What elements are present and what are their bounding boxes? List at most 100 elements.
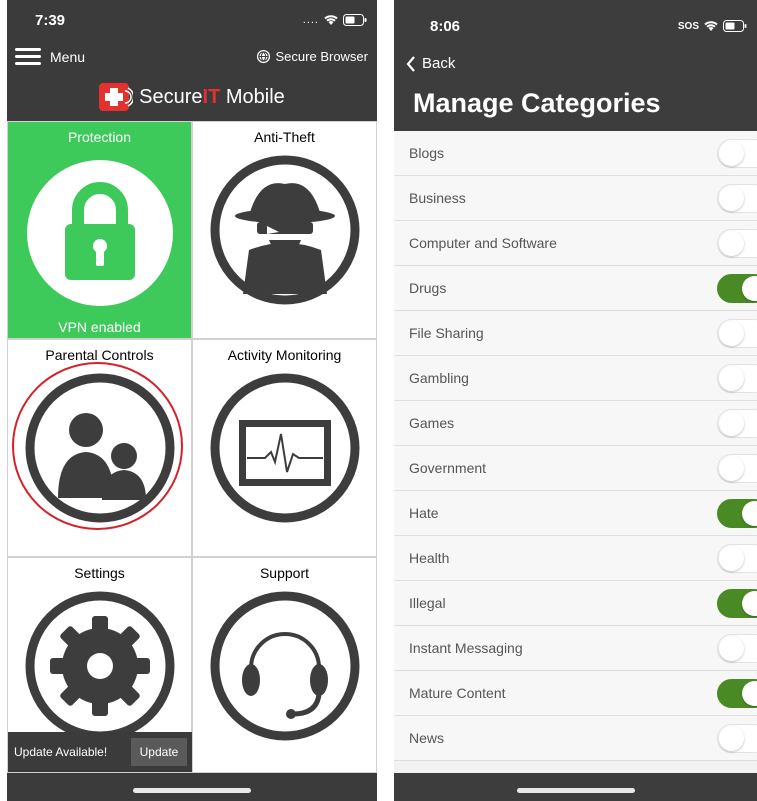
signal-dots-icon: .... [302,14,319,26]
category-row: Government [394,446,757,491]
status-bar: 8:06 SOS [394,0,757,40]
brand-name: SecureIT Mobile [139,85,285,108]
status-icons: SOS [678,20,747,32]
category-label: Government [409,460,487,476]
status-bar: 7:39 .... [7,0,377,40]
category-row: Blogs [394,131,757,176]
category-toggle[interactable] [717,724,757,753]
category-row: Illegal [394,581,757,626]
category-row: Computer and Software [394,221,757,266]
update-button[interactable]: Update [131,738,187,766]
category-toggle[interactable] [717,229,757,258]
secure-browser-button[interactable]: Secure Browser [256,49,368,64]
category-toggle[interactable] [717,634,757,663]
tile-settings[interactable]: Settings Update Available! Update [7,557,193,773]
update-banner: Update Available! Update [8,732,193,772]
tile-support[interactable]: Support [192,557,377,773]
toggle-knob [719,726,744,751]
tile-anti-theft[interactable]: Anti-Theft [192,121,377,339]
back-label: Back [422,55,456,72]
menu-label: Menu [50,49,86,65]
toggle-knob [742,681,757,706]
toggle-knob [719,186,744,211]
category-row: Hate [394,491,757,536]
category-toggle[interactable] [717,364,757,393]
parent-child-icon [25,373,174,523]
category-toggle[interactable] [717,319,757,348]
sos-indicator: SOS [677,20,699,32]
left-phone-screen: 7:39 .... Menu Secure Browser SecureIT M… [7,0,377,801]
lock-icon [26,160,173,306]
vpn-status: VPN enabled [58,319,141,335]
toggle-knob [719,636,744,661]
toggle-knob [742,501,757,526]
battery-icon [723,20,747,32]
chevron-left-icon [406,55,415,72]
category-row: News [394,716,757,761]
category-label: File Sharing [409,325,484,341]
medical-cross-logo-icon [99,83,134,111]
category-label: Computer and Software [409,235,557,251]
globe-icon [256,49,270,64]
category-label: News [409,730,445,746]
brand-logo: SecureIT Mobile [7,80,377,114]
toggle-knob [719,321,744,346]
category-label: Hate [409,505,439,521]
tile-protection[interactable]: Protection VPN enabled [7,121,192,339]
category-toggle[interactable] [717,409,757,438]
category-toggle[interactable] [717,544,757,573]
tile-title: Anti-Theft [254,129,315,145]
category-label: Drugs [409,280,447,296]
status-time: 8:06 [430,18,461,35]
category-row: File Sharing [394,311,757,356]
category-label: Games [409,415,455,431]
toggle-knob [719,411,744,436]
tile-title: Parental Controls [45,347,154,363]
category-label: Gambling [409,370,469,386]
page-title: Manage Categories [413,88,661,118]
toggle-knob [719,546,744,571]
category-toggle[interactable] [717,184,757,213]
menu-button[interactable]: Menu [15,48,85,66]
category-toggle[interactable] [717,679,757,708]
home-indicator [133,788,251,793]
category-toggle[interactable] [717,454,757,483]
tile-parental-controls[interactable]: Parental Controls [7,339,192,557]
wifi-icon [324,15,338,25]
toggle-knob [719,366,744,391]
gear-icon [25,591,174,741]
category-row: Gambling [394,356,757,401]
status-icons: .... [303,14,367,26]
category-toggle[interactable] [717,274,757,303]
category-label: Instant Messaging [409,640,523,656]
category-row: Instant Messaging [394,626,757,671]
headset-icon [210,591,359,741]
hamburger-icon [15,48,41,66]
spy-icon [210,155,359,305]
category-row: Business [394,176,757,221]
home-indicator [516,788,635,793]
heartbeat-monitor-icon [210,373,359,523]
update-available-text: Update Available! [14,745,108,759]
category-toggle[interactable] [717,139,757,168]
category-label: Business [409,190,466,206]
back-button[interactable]: Back [406,55,455,72]
tile-title: Protection [67,129,132,145]
secure-browser-label: Secure Browser [275,49,368,64]
feature-grid: Protection VPN enabled Anti-Theft Parent… [7,121,377,773]
battery-icon [343,14,367,26]
category-toggle[interactable] [717,589,757,618]
category-toggle[interactable] [717,499,757,528]
tile-activity-monitoring[interactable]: Activity Monitoring [192,339,377,557]
category-label: Health [409,550,450,566]
category-label: Illegal [409,595,446,611]
wifi-icon [704,21,718,31]
category-row: Games [394,401,757,446]
category-label: Mature Content [409,685,506,701]
toggle-knob [719,231,744,256]
tile-title: Settings [74,565,125,581]
category-row: Health [394,536,757,581]
toggle-knob [719,456,744,481]
status-time: 7:39 [35,12,66,29]
tile-title: Support [259,565,310,581]
